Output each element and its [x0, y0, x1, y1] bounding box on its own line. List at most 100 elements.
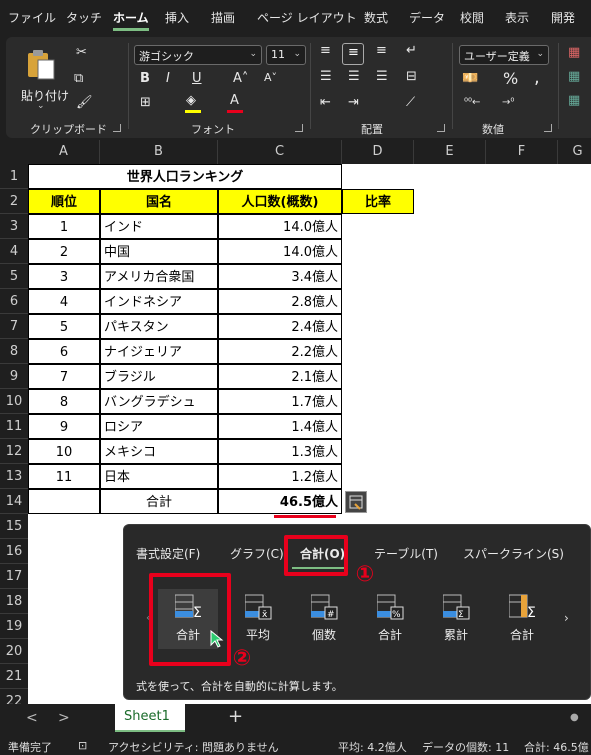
font-name-select[interactable]: 游ゴシック ⌄: [134, 45, 262, 65]
clipboard-launcher[interactable]: [113, 124, 121, 132]
qa-option-running-total[interactable]: Σ 累計: [426, 589, 486, 649]
align-top-icon[interactable]: ≡: [320, 43, 331, 58]
align-right-icon[interactable]: ☰: [376, 69, 388, 84]
tab-page-layout[interactable]: ページ レイアウト: [257, 9, 357, 26]
col-header[interactable]: B: [100, 140, 218, 164]
header-cell[interactable]: 順位: [28, 189, 100, 214]
row-header[interactable]: 18: [0, 589, 28, 614]
rank-cell[interactable]: 8: [28, 389, 100, 414]
format-painter-icon[interactable]: 🖌: [76, 95, 93, 110]
qa-option-percent-total[interactable]: % 合計: [360, 589, 420, 649]
row-header[interactable]: 12: [0, 439, 28, 464]
qa-option-average[interactable]: x̄ 平均: [228, 589, 288, 649]
country-cell[interactable]: ロシア: [100, 414, 218, 439]
number-launcher[interactable]: [544, 124, 552, 132]
row-header[interactable]: 14: [0, 489, 28, 514]
add-sheet-button[interactable]: +: [228, 706, 243, 727]
row-header[interactable]: 16: [0, 539, 28, 564]
prev-sheet-button[interactable]: <: [26, 710, 38, 726]
sheet-tab[interactable]: Sheet1: [115, 704, 185, 732]
population-cell[interactable]: 1.4億人: [218, 414, 342, 439]
accessibility-status[interactable]: アクセシビリティ: 問題ありません: [108, 739, 279, 755]
rank-cell[interactable]: 3: [28, 264, 100, 289]
tab-touch[interactable]: タッチ: [66, 9, 102, 26]
select-all-corner[interactable]: [0, 140, 28, 164]
col-header[interactable]: D: [342, 140, 414, 164]
align-center-icon[interactable]: ☰: [348, 69, 360, 84]
font-launcher[interactable]: [295, 124, 303, 132]
row-header[interactable]: 10: [0, 389, 28, 414]
country-cell[interactable]: インドネシア: [100, 289, 218, 314]
rank-cell[interactable]: 9: [28, 414, 100, 439]
rank-cell[interactable]: 5: [28, 314, 100, 339]
population-cell[interactable]: 1.2億人: [218, 464, 342, 489]
country-cell[interactable]: 中国: [100, 239, 218, 264]
align-bottom-icon[interactable]: ≡: [376, 43, 387, 58]
row-header[interactable]: 1: [0, 164, 28, 189]
country-cell[interactable]: インド: [100, 214, 218, 239]
country-cell[interactable]: アメリカ合衆国: [100, 264, 218, 289]
col-header[interactable]: F: [486, 140, 558, 164]
cell-styles-icon[interactable]: ▦: [568, 93, 580, 108]
qa-tab-formatting[interactable]: 書式設定(F): [136, 545, 200, 562]
population-cell[interactable]: 14.0億人: [218, 239, 342, 264]
tab-view[interactable]: 表示: [505, 9, 529, 26]
more-options-icon[interactable]: ●: [570, 712, 579, 723]
merge-cells-icon[interactable]: ⊟: [406, 69, 417, 84]
macro-record-icon[interactable]: ⊡: [78, 739, 87, 752]
currency-icon[interactable]: 💴: [462, 71, 478, 86]
rank-cell[interactable]: 4: [28, 289, 100, 314]
rank-cell[interactable]: 7: [28, 364, 100, 389]
col-header[interactable]: G: [558, 140, 591, 164]
qa-tab-tables[interactable]: テーブル(T): [374, 545, 438, 562]
rank-cell[interactable]: 2: [28, 239, 100, 264]
wrap-text-icon[interactable]: ↵: [406, 43, 417, 58]
rank-cell[interactable]: 10: [28, 439, 100, 464]
population-cell[interactable]: 2.2億人: [218, 339, 342, 364]
row-header[interactable]: 9: [0, 364, 28, 389]
tab-data[interactable]: データ: [409, 9, 445, 26]
qa-option-sum-columns[interactable]: Σ 合計: [492, 589, 552, 649]
scroll-right-icon[interactable]: ›: [564, 611, 569, 625]
qa-tab-sparklines[interactable]: スパークライン(S): [463, 545, 564, 562]
empty-cell[interactable]: [28, 489, 100, 514]
header-cell[interactable]: 比率: [342, 189, 414, 214]
qa-tab-charts[interactable]: グラフ(C): [230, 545, 284, 562]
conditional-format-icon[interactable]: ▦: [568, 45, 580, 60]
row-header[interactable]: 13: [0, 464, 28, 489]
row-header[interactable]: 3: [0, 214, 28, 239]
next-sheet-button[interactable]: >: [58, 710, 70, 726]
cut-icon[interactable]: ✂: [76, 45, 87, 60]
number-format-select[interactable]: ユーザー定義 ⌄: [459, 45, 549, 65]
row-header[interactable]: 8: [0, 339, 28, 364]
country-cell[interactable]: パキスタン: [100, 314, 218, 339]
align-left-icon[interactable]: ☰: [320, 69, 332, 84]
row-header[interactable]: 6: [0, 289, 28, 314]
shrink-font-button[interactable]: A˅: [264, 71, 277, 84]
qa-option-count[interactable]: # 個数: [294, 589, 354, 649]
total-label-cell[interactable]: 合計: [100, 489, 218, 514]
country-cell[interactable]: メキシコ: [100, 439, 218, 464]
tab-review[interactable]: 校閲: [460, 9, 484, 26]
italic-button[interactable]: I: [166, 71, 170, 86]
country-cell[interactable]: 日本: [100, 464, 218, 489]
font-color-button[interactable]: A: [230, 93, 239, 108]
row-header[interactable]: 5: [0, 264, 28, 289]
rank-cell[interactable]: 11: [28, 464, 100, 489]
row-header[interactable]: 22: [0, 689, 28, 704]
grow-font-button[interactable]: A˄: [233, 71, 248, 86]
population-cell[interactable]: 14.0億人: [218, 214, 342, 239]
row-header[interactable]: 11: [0, 414, 28, 439]
total-value-cell[interactable]: 46.5億人: [218, 489, 342, 514]
increase-indent-icon[interactable]: ⇥: [348, 95, 359, 110]
percent-button[interactable]: %: [503, 69, 518, 88]
font-size-select[interactable]: 11 ⌄: [266, 45, 306, 65]
row-header[interactable]: 7: [0, 314, 28, 339]
col-header[interactable]: C: [218, 140, 342, 164]
rank-cell[interactable]: 1: [28, 214, 100, 239]
paste-button[interactable]: 貼り付け ⌄: [14, 43, 69, 113]
align-middle-button[interactable]: ≡: [342, 43, 364, 65]
row-header[interactable]: 2: [0, 189, 28, 214]
borders-icon[interactable]: ⊞: [140, 95, 151, 110]
increase-decimal-icon[interactable]: ⁰⁰←: [464, 97, 480, 108]
